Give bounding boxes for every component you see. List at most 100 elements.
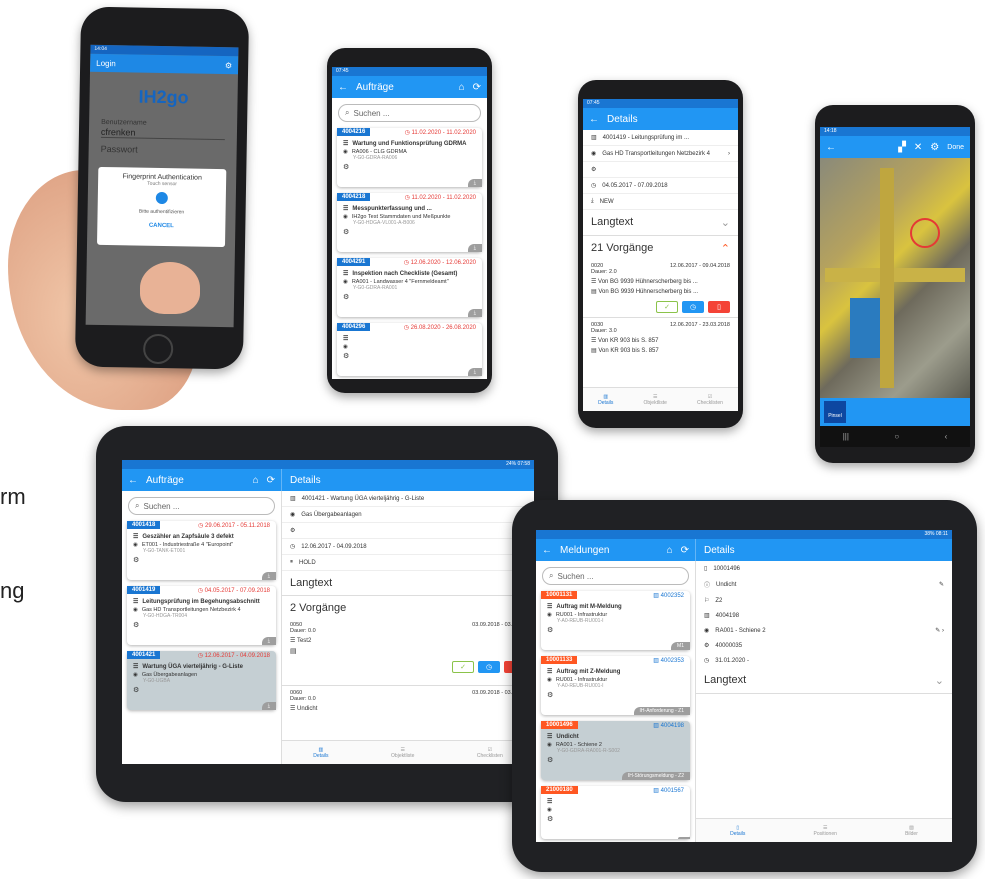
delete-button[interactable]: ▯ [708,301,730,313]
back-arrow-icon[interactable]: ← [542,545,552,556]
list-icon: ☰ [133,664,139,670]
card-action-icon[interactable]: ⤓ [467,309,482,317]
sync-icon[interactable]: ⟳ [681,545,689,556]
card-action-icon[interactable]: ⤓ [467,244,482,252]
order-card[interactable]: 4004296 ◷ 26.08.2020 - 26.08.2020 ☰ ◉ ⚙ … [337,323,482,376]
search-icon: ⌕ [549,571,554,580]
order-title: ☰ Leitungsprüfung im Begehungsabschnitt [133,598,260,606]
nav-objektliste[interactable]: ☰ Objektliste [644,394,667,406]
cancel-button[interactable]: CANCEL [97,222,225,230]
gear-icon: ⚙ [343,164,350,171]
brush-tool[interactable]: Pinsel [824,401,846,423]
order-card[interactable]: 4004216 ◷ 11.02.2020 - 11.02.2020 ☰ Wartu… [337,128,482,187]
vorgaenge-section[interactable]: 2 Vorgänge [282,596,534,620]
order-location: ◉ Gas HD Transportleitungen Netzbezirk 4 [133,607,241,613]
card-action-icon[interactable]: ⤓ [467,179,482,187]
building-icon: ▥ [704,613,710,619]
chevron-down-icon: ⌄ [934,675,944,687]
detail-location[interactable]: ◉ Gas HD Transportleitungen Netzbezirk 4 › [583,146,738,162]
order-card[interactable]: 4001418 ◷ 29.06.2017 - 05.11.2018 ☰ Geszä… [127,521,276,580]
nav-bilder[interactable]: ▨ Bilder [905,825,918,837]
home-button[interactable] [142,333,174,365]
notification-card[interactable]: 10001496 ▥ 4004198 ☰ Undicht ◉ RA001 - Sch… [541,721,690,780]
home-icon[interactable]: ⌂ [667,545,673,556]
list-icon: ☰ [133,534,139,540]
search-input[interactable]: ⌕ Suchen ... [542,567,689,585]
operation-card[interactable]: 0060 03.09.2018 - 03.09.20 Dauer: 0.0 ☰ U… [282,685,534,716]
operation-card[interactable]: 0030 12.06.2017 - 23.03.2018 Dauer: 3.0 ☰… [583,317,738,358]
card-action-icon[interactable]: ⤓ [467,368,482,376]
langtext-section[interactable]: Langtext [282,571,534,596]
list-icon: ☰ [343,206,349,212]
time-button[interactable]: ◷ [478,661,500,673]
notification-card[interactable]: 21000180 ▥ 4001567 ☰ ◉ ⚙ [541,786,690,839]
vorgaenge-section[interactable]: 21 Vorgänge ⌃ [583,236,738,261]
time-button[interactable]: ◷ [682,301,704,313]
close-icon[interactable]: ✕ [914,142,922,153]
gear-icon: ⚙ [133,622,140,629]
nav-details[interactable]: ▥ Details [313,747,328,759]
pin-icon: ◉ [704,628,710,634]
nav-checklisten[interactable]: ☑ Checklisten [477,747,503,759]
notification-card[interactable]: 10001131 ▥ 4002352 ☰ Auftrag mit M-Meldun… [541,591,690,650]
home-icon[interactable]: ⌂ [459,82,465,93]
gear-icon[interactable]: ⚙ [225,61,232,70]
operation-card[interactable]: 0050 03.09.2018 - 03.09.20 Dauer: 0.0 ☰ T… [282,620,534,657]
bottom-nav: ▥ Details ☰ Objektliste ☑ Checklisten [583,387,738,411]
back-arrow-icon[interactable]: ← [338,82,348,93]
pin-icon: ◉ [591,151,597,157]
search-input[interactable]: ⌕ Suchen ... [128,497,275,515]
chevron-right-icon: › [728,150,730,157]
notification-type-tag: IH-Anforderung - Z1 [633,707,690,715]
confirm-button[interactable]: ✓ [656,301,678,313]
order-title: ☰ [337,331,482,342]
tablet-notifications: 38% 08:11 ← Meldungen ⌂ ⟳ Details ⌕ Suchen .… [512,500,977,872]
gear-icon: ⚙ [290,528,296,534]
notification-card[interactable]: 10001133 ▥ 4002353 ☰ Auftrag mit Z-Meldun… [541,656,690,715]
pin-icon: ◉ [343,149,348,155]
order-card[interactable]: 4004291 ◷ 12.06.2020 - 12.06.2020 ☰ Inspe… [337,258,482,317]
pause-icon: ⏸ [290,559,294,565]
date-range: ◷ 11.02.2020 - 11.02.2020 [404,129,476,136]
list-icon: ☰ [133,599,139,605]
back-arrow-icon[interactable]: ← [826,142,836,153]
card-action-icon[interactable]: ⤓ [261,702,276,710]
back-arrow-icon[interactable]: ← [589,114,599,125]
list-icon: ☰ [343,336,349,342]
confirm-button[interactable]: ✓ [452,661,474,673]
operation-card[interactable]: 0020 12.06.2017 - 09.04.2018 Dauer: 2.0 ☰… [583,261,738,297]
date-range: ◷ 26.08.2020 - 26.08.2020 [403,324,476,331]
langtext-section[interactable]: Langtext ⌄ [696,668,952,694]
notification-location: ◉ RU001 - Infrastruktur [547,677,608,683]
nav-details[interactable]: ▯ Details [730,825,745,837]
tools-icon[interactable]: ▞ [898,142,906,153]
notification-id-badge: 21000180 [541,786,578,794]
search-input[interactable]: ⌕ Suchen ... [338,104,481,122]
card-action-icon[interactable]: ⤓ [261,572,276,580]
order-card[interactable]: 4001419 ◷ 04.05.2017 - 07.09.2018 ☰ Leitu… [127,586,276,645]
home-icon[interactable]: ⌂ [253,475,259,486]
order-card[interactable]: 4004218 ◷ 11.02.2020 - 11.02.2020 ☰ Messp… [337,193,482,252]
page-title: Aufträge [356,81,394,93]
nav-details[interactable]: ▥ Details [598,394,613,406]
order-card[interactable]: 4001421 ◷ 12.06.2017 - 04.09.2018 ☰ Wartu… [127,651,276,710]
back-arrow-icon[interactable]: ← [128,475,138,486]
edit-icon[interactable]: ✎ › [935,627,944,634]
card-action-icon[interactable]: ⤓ [261,637,276,645]
langtext-section[interactable]: Langtext ⌄ [583,210,738,236]
clock-icon: ◷ [704,658,710,664]
detail-date: ◷ 31.01.2020 - [704,657,749,665]
nav-objektliste[interactable]: ☰ Objektliste [391,747,414,759]
nav-checklisten[interactable]: ☑ Checklisten [697,394,723,406]
order-ref: ▥ 4004198 [653,722,684,729]
nav-positionen[interactable]: ☰ Positionen [814,825,837,837]
edit-icon[interactable]: ✎ [939,581,944,588]
sync-icon[interactable]: ⟳ [267,475,275,486]
done-button[interactable]: Done [947,144,964,151]
username-field[interactable]: cfrenken [100,126,226,141]
gear-icon[interactable]: ⚙ [930,142,939,153]
building-icon: ▥ [290,496,296,502]
sync-icon[interactable]: ⟳ [473,82,481,93]
list-icon: ☰ [547,734,553,740]
order-id-badge: 4004218 [337,193,371,201]
